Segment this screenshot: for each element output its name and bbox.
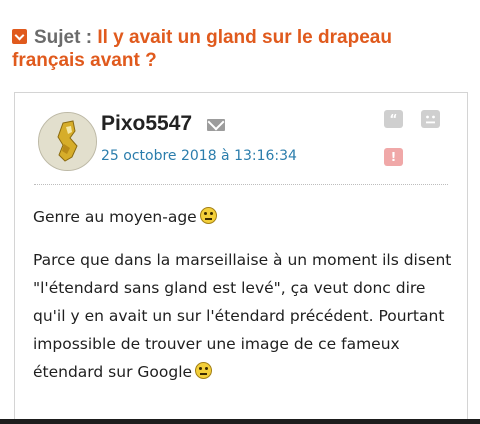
avatar-image xyxy=(39,113,96,170)
message-icon[interactable] xyxy=(207,119,225,131)
smiley-icon[interactable] xyxy=(421,110,440,128)
post-content: Genre au moyen-age Parce que dans la mar… xyxy=(33,203,453,401)
separator xyxy=(34,184,448,185)
alert-icon[interactable]: ! xyxy=(384,148,403,166)
post-paragraph: Parce que dans la marseillaise à un mome… xyxy=(33,251,452,381)
topic-prefix: Sujet : xyxy=(34,27,93,48)
post-paragraph: Genre au moyen-age xyxy=(33,203,453,231)
forum-post: Pixo5547 25 octobre 2018 à 13:16:34 “ ! … xyxy=(14,92,468,422)
post-date[interactable]: 25 octobre 2018 à 13:16:34 xyxy=(101,148,297,164)
bottom-bar xyxy=(0,419,480,424)
emoji-icon xyxy=(199,207,217,224)
topic-header: Sujet : Il y avait un gland sur le drape… xyxy=(12,26,468,72)
emoji-icon xyxy=(195,362,213,379)
avatar[interactable] xyxy=(38,112,97,171)
username[interactable]: Pixo5547 xyxy=(101,112,192,136)
chevron-down-icon[interactable] xyxy=(12,29,27,44)
quote-icon[interactable]: “ xyxy=(384,110,403,128)
